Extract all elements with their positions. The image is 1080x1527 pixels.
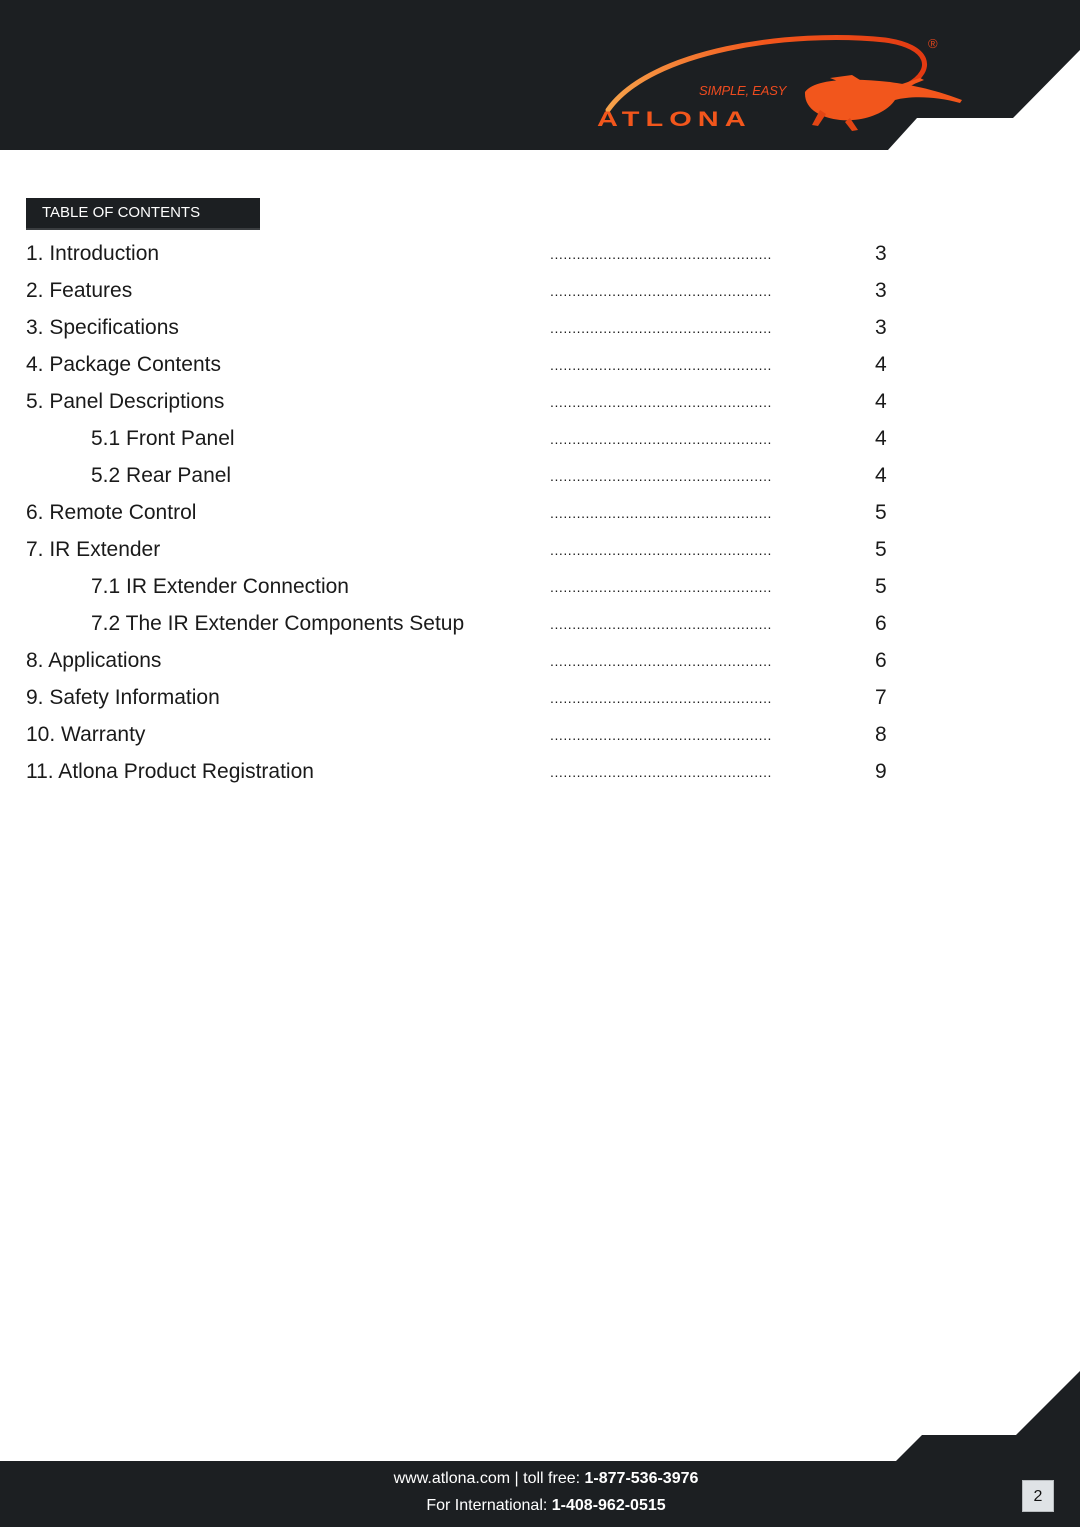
toc-dot-leader: ........................................… [550,357,772,373]
toc-entry[interactable]: 10. Warranty............................… [0,719,1080,756]
toc-entry[interactable]: 4. Package Contents.....................… [0,349,1080,386]
toc-dot-leader: ........................................… [550,542,772,558]
toc-entry[interactable]: 9. Safety Information...................… [0,682,1080,719]
footer-contact-line: www.atlona.com | toll free: 1-877-536-39… [0,1470,1080,1488]
toc-entry-title[interactable]: 1. Introduction [26,242,159,266]
toc-entry-title[interactable]: 10. Warranty [26,723,145,747]
toc-dot-leader: ........................................… [550,690,772,706]
toc-entry-page: 5 [875,575,887,598]
toc-entry-page: 3 [875,316,887,339]
toc-entry-page: 3 [875,279,887,302]
toc-entry[interactable]: 7. IR Extender..........................… [0,534,1080,571]
toc-entry[interactable]: 7.1 IR Extender Connection..............… [0,571,1080,608]
toc-entry-title[interactable]: 8. Applications [26,649,161,673]
toc-dot-leader: ........................................… [550,394,772,410]
toc-dot-leader: ........................................… [550,320,772,336]
toc-dot-leader: ........................................… [550,579,772,595]
registered-mark: ® [928,36,938,51]
toc-entry-title[interactable]: 5. Panel Descriptions [26,390,224,414]
toc-entry[interactable]: 3. Specifications.......................… [0,312,1080,349]
toc-entry[interactable]: 5. Panel Descriptions...................… [0,386,1080,423]
toc-entry-page: 6 [875,649,887,672]
toc-entry-page: 4 [875,353,887,376]
toc-entry-title[interactable]: 9. Safety Information [26,686,220,710]
toc-heading: TABLE OF CONTENTS [26,198,260,230]
brand-tagline: SIMPLE, EASY [699,83,787,98]
toc-entry-page: 4 [875,464,887,487]
toll-free-number: 1-877-536-3976 [584,1470,699,1487]
page-number: 2 [1022,1480,1054,1512]
toc-entry[interactable]: 2. Features.............................… [0,275,1080,312]
toll-free-label: toll free: [523,1470,585,1487]
toc-dot-leader: ........................................… [550,616,772,632]
toc-dot-leader: ........................................… [550,283,772,299]
toc-dot-leader: ........................................… [550,431,772,447]
toc-entry[interactable]: 5.1 Front Panel.........................… [0,423,1080,460]
toc-entry-page: 5 [875,501,887,524]
international-label: For International: [426,1497,552,1514]
toc-entry-title[interactable]: 7.2 The IR Extender Components Setup [91,612,464,636]
toc-entry-page: 6 [875,612,887,635]
toc-entry[interactable]: 11. Atlona Product Registration.........… [0,756,1080,793]
toc-entry-title[interactable]: 2. Features [26,279,132,303]
footer-international-line: For International: 1-408-962-0515 [0,1497,1080,1515]
toc-entry-page: 7 [875,686,887,709]
toc-entry-title[interactable]: 7.1 IR Extender Connection [91,575,349,599]
toc-dot-leader: ........................................… [550,505,772,521]
toc-entry-page: 9 [875,760,887,783]
toc-entry-title[interactable]: 3. Specifications [26,316,179,340]
toc-entry[interactable]: 8. Applications.........................… [0,645,1080,682]
separator: | [510,1470,524,1487]
toc-entry-page: 3 [875,242,887,265]
toc-entry[interactable]: 1. Introduction.........................… [0,238,1080,275]
toc-entry-title[interactable]: 11. Atlona Product Registration [26,760,314,784]
toc-entry-page: 8 [875,723,887,746]
toc-dot-leader: ........................................… [550,764,772,780]
toc-entry-page: 5 [875,538,887,561]
toc-entry[interactable]: 6. Remote Control.......................… [0,497,1080,534]
toc-dot-leader: ........................................… [550,653,772,669]
toc-dot-leader: ........................................… [550,727,772,743]
toc-entry-title[interactable]: 4. Package Contents [26,353,221,377]
toc-entry-title[interactable]: 6. Remote Control [26,501,196,525]
brand-logo-text: ATLONA [597,108,752,132]
toc-entry-page: 4 [875,427,887,450]
toc-entry[interactable]: 7.2 The IR Extender Components Setup....… [0,608,1080,645]
toc-dot-leader: ........................................… [550,246,772,262]
toc-entry[interactable]: 5.2 Rear Panel..........................… [0,460,1080,497]
toc-entry-page: 4 [875,390,887,413]
toc-entry-title[interactable]: 5.1 Front Panel [91,427,235,451]
toc-entry-title[interactable]: 7. IR Extender [26,538,160,562]
website-link[interactable]: www.atlona.com [394,1470,511,1487]
international-number: 1-408-962-0515 [551,1497,666,1514]
toc-dot-leader: ........................................… [550,468,772,484]
toc-entry-title[interactable]: 5.2 Rear Panel [91,464,231,488]
